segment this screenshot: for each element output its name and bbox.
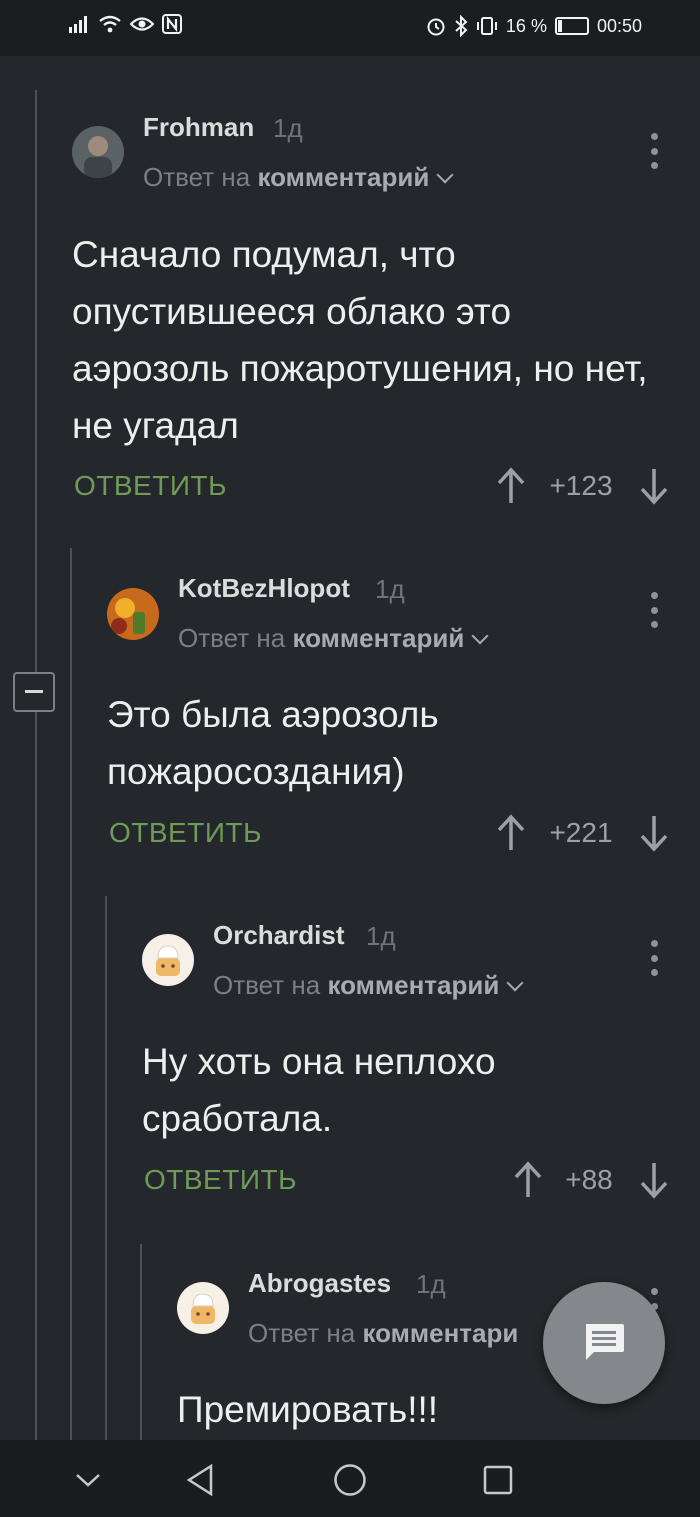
- vibrate-icon: [476, 17, 497, 35]
- upvote-arrow-icon[interactable]: [496, 467, 526, 505]
- avatar[interactable]: [107, 588, 159, 640]
- comment-age: 1д: [416, 1269, 446, 1299]
- comment-author[interactable]: Abrogastes: [248, 1268, 391, 1299]
- wifi-icon: [99, 15, 121, 33]
- thread-line-level-4: [140, 1244, 142, 1440]
- signal-icon: [69, 16, 87, 33]
- home-icon: [334, 1464, 366, 1496]
- reply-to-target: комментарий: [257, 162, 430, 192]
- more-options-button[interactable]: [647, 940, 661, 976]
- nfc-icon: [162, 14, 182, 34]
- write-comment-button[interactable]: [543, 1282, 665, 1404]
- minus-icon: [25, 690, 43, 693]
- thread-line-level-3: [105, 896, 107, 1440]
- avatar[interactable]: [72, 126, 124, 178]
- battery-icon: [554, 17, 589, 35]
- battery-level-fill: [557, 20, 562, 32]
- reply-to-prefix: Ответ на: [248, 1318, 356, 1348]
- system-nav-bar: [0, 1440, 700, 1517]
- reply-to-prefix: Ответ на: [143, 162, 251, 192]
- downvote-arrow-icon[interactable]: [639, 467, 669, 505]
- downvote-arrow-icon[interactable]: [639, 814, 669, 852]
- thread-line-level-2: [70, 548, 72, 1440]
- reply-button[interactable]: ОТВЕТИТЬ: [74, 470, 227, 502]
- reply-to-target: комментари: [362, 1318, 519, 1348]
- thread-line-level-1: [35, 90, 37, 1440]
- comment-age: 1д: [366, 921, 396, 951]
- comment-author[interactable]: Orchardist: [213, 920, 345, 951]
- avatar[interactable]: [177, 1282, 229, 1334]
- reply-to-link[interactable]: Ответ на комментарий: [143, 162, 454, 193]
- comment-score: +88: [565, 1164, 613, 1195]
- comment-icon: [586, 1324, 624, 1360]
- reply-button[interactable]: ОТВЕТИТЬ: [109, 817, 262, 849]
- status-bar: 16 % 00:50: [0, 0, 700, 56]
- reply-to-target: комментарий: [292, 623, 465, 653]
- comment-text: Премировать!!!: [177, 1389, 439, 1430]
- eye-icon: [130, 17, 154, 31]
- clock: 00:50: [596, 16, 642, 36]
- recents-icon: [483, 1465, 513, 1495]
- comment-age: 1д: [375, 574, 405, 604]
- comment-text: Сначало подумал, что опустившееся облако…: [72, 234, 648, 446]
- back-icon: [186, 1464, 213, 1496]
- more-options-button[interactable]: [647, 592, 661, 628]
- more-options-button[interactable]: [647, 133, 661, 169]
- reply-button[interactable]: ОТВЕТИТЬ: [144, 1164, 297, 1196]
- upvote-arrow-icon[interactable]: [496, 814, 526, 852]
- home-button[interactable]: [330, 1460, 370, 1500]
- chevron-down-icon: [471, 627, 489, 645]
- reply-to-target: комментарий: [327, 970, 500, 1000]
- hide-keyboard-button[interactable]: [68, 1460, 108, 1500]
- recents-button[interactable]: [478, 1460, 518, 1500]
- back-button[interactable]: [180, 1460, 220, 1500]
- reply-to-prefix: Ответ на: [178, 623, 286, 653]
- chevron-down-icon: [506, 974, 524, 992]
- upvote-arrow-icon[interactable]: [513, 1161, 543, 1199]
- comment-text: Ну хоть она неплохо сработала.: [142, 1041, 496, 1139]
- reply-to-link[interactable]: Ответ на комментарий: [213, 970, 524, 1001]
- status-left-icons: [68, 14, 182, 34]
- status-right-icons: 16 % 00:50: [426, 14, 642, 38]
- comment-author[interactable]: KotBezHlopot: [178, 573, 350, 604]
- comment-score: +123: [549, 470, 613, 501]
- downvote-arrow-icon[interactable]: [639, 1161, 669, 1199]
- bluetooth-icon: [455, 15, 468, 37]
- reply-to-link[interactable]: Ответ на комментарий: [178, 623, 489, 654]
- collapse-thread-button[interactable]: [13, 672, 55, 712]
- hide-keyboard-icon: [76, 1474, 100, 1487]
- chevron-down-icon: [436, 166, 454, 184]
- reply-to-prefix: Ответ на: [213, 970, 321, 1000]
- battery-percent: 16 %: [505, 16, 547, 36]
- comment-author[interactable]: Frohman: [143, 112, 254, 143]
- comment-text: Это была аэрозоль пожаросоздания): [107, 694, 439, 792]
- reply-to-link[interactable]: Ответ на комментари: [248, 1318, 518, 1349]
- avatar[interactable]: [142, 934, 194, 986]
- alarm-icon: [427, 18, 445, 36]
- comment-score: +221: [549, 817, 613, 848]
- comment-age: 1д: [273, 113, 303, 143]
